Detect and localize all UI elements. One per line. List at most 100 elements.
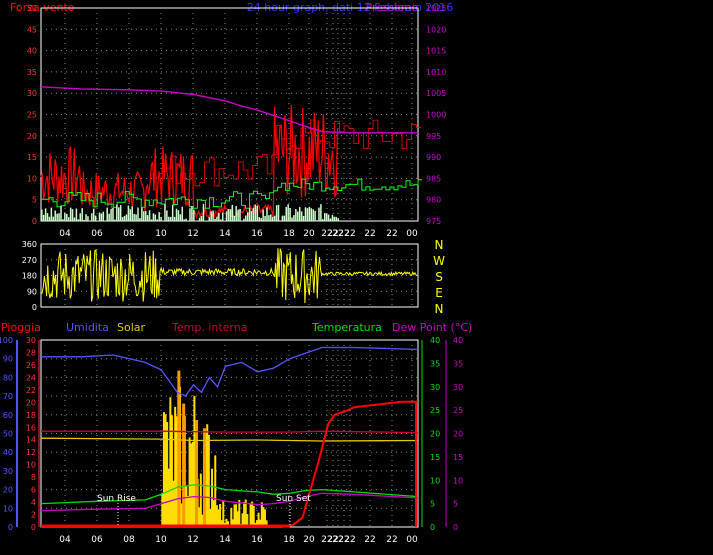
rain-y-tick: 2 <box>31 511 36 520</box>
wind-fill-bar <box>289 208 291 221</box>
wind-fill-bar <box>254 204 257 221</box>
wind-fill-bar <box>158 212 160 221</box>
wind-fill-bar <box>335 216 338 221</box>
wind-fill-bar <box>83 219 85 221</box>
x-tick-label: 04 <box>59 535 71 545</box>
temp-y-tick: 5 <box>430 500 435 509</box>
wind-fill-bar <box>225 211 228 221</box>
wind-fill-bar <box>272 216 274 221</box>
wind-fill-bar <box>322 219 324 221</box>
wind-fill-bar <box>293 215 295 221</box>
humidity-y-tick: 10 <box>3 504 13 513</box>
rain-title: Pioggia <box>1 321 41 334</box>
wind-fill-bar <box>123 215 126 221</box>
wind-fill-bar <box>114 219 116 221</box>
rain-y-tick: 10 <box>26 461 36 470</box>
solar-title: Solar <box>117 321 146 334</box>
wind-fill-bar <box>214 218 216 221</box>
wind-fill-bar <box>268 215 270 221</box>
series-umidita <box>41 346 419 397</box>
x-tick-label: 06 <box>91 229 103 239</box>
wind-fill-bar <box>169 216 172 221</box>
wind-fill-bar <box>281 215 284 221</box>
wind-fill-bar <box>168 216 170 221</box>
sun-rise-label: Sun Rise <box>97 494 136 504</box>
rain-y-tick: 6 <box>31 486 36 495</box>
wind-fill-bar <box>71 209 74 221</box>
wind-fill-bar <box>112 207 114 221</box>
wind-fill-bar <box>298 207 301 221</box>
wind-fill-bar <box>60 206 62 221</box>
wind-fill-bar <box>210 211 212 221</box>
wind-fill-bar <box>77 219 80 221</box>
rain-y-tick: 20 <box>26 398 36 407</box>
temp-int-title: Temp. interna <box>171 321 247 334</box>
compass-n-bottom: N <box>435 302 444 316</box>
wind-fill-bar <box>156 219 159 221</box>
direction-y-tick: 270 <box>22 256 37 265</box>
wind-fill-bar <box>287 204 289 221</box>
wind-fill-bar <box>173 216 176 221</box>
pressure-y-tick: 1015 <box>426 47 446 56</box>
wind-fill-bar <box>291 217 293 221</box>
x-tick-label: 22 <box>386 535 397 545</box>
wind-fill-bar <box>208 217 210 221</box>
compass-e: E <box>435 286 443 300</box>
wind-fill-bar <box>129 209 132 221</box>
wind-y-tick: 25 <box>27 111 37 120</box>
rain-y-tick: 8 <box>31 473 36 482</box>
humidity-y-tick: 100 <box>0 336 13 345</box>
wind-fill-bar <box>227 208 230 221</box>
wind-fill-bar <box>331 214 334 221</box>
wind-fill-bar <box>171 204 174 221</box>
wind-fill-bar <box>273 215 276 221</box>
wind-fill-bar <box>85 214 87 221</box>
wind-fill-bar <box>202 203 205 221</box>
wind-fill-bar <box>262 209 264 221</box>
wind-fill-bar <box>221 212 224 221</box>
wind-fill-bar <box>285 206 287 221</box>
wind-fill-bar <box>200 215 203 221</box>
humidity-y-tick: 80 <box>3 373 13 382</box>
rain-y-tick: 30 <box>26 336 36 345</box>
x-tick-label: 08 <box>123 229 135 239</box>
x-tick-label: 14 <box>219 535 231 545</box>
wind-fill-bar <box>48 216 51 221</box>
wind-fill-bar <box>75 208 78 221</box>
humidity-y-tick: 30 <box>3 467 13 476</box>
wind-fill-bar <box>141 207 143 221</box>
wind-fill-bar <box>131 206 133 221</box>
direction-y-tick: 180 <box>22 272 37 281</box>
wind-fill-bar <box>314 210 316 221</box>
pressure-y-tick: 1025 <box>426 4 446 13</box>
wind-fill-bar <box>243 218 245 221</box>
wind-fill-bar <box>110 209 112 221</box>
wind-fill-bar <box>92 208 95 221</box>
x-tick-label: 22 <box>344 229 355 239</box>
wind-fill-bar <box>81 208 83 221</box>
wind-fill-bar <box>295 209 297 221</box>
series-solar <box>40 437 419 442</box>
wind-fill-bar <box>166 210 168 221</box>
compass-n-top: N <box>435 238 444 252</box>
wind-fill-bar <box>58 213 60 221</box>
wind-fill-bar <box>325 213 328 221</box>
wind-fill-bar <box>310 208 313 221</box>
temp-y-tick: 0 <box>430 523 435 532</box>
rain-y-tick: 0 <box>31 523 36 532</box>
wind-fill-bar <box>308 206 311 221</box>
wind-fill-bar <box>119 205 122 221</box>
wind-fill-bar <box>143 211 145 221</box>
rain-y-tick: 26 <box>26 361 36 370</box>
wind-fill-bar <box>175 208 178 221</box>
wind-direction-trace <box>40 248 418 304</box>
wind-fill-bar <box>220 219 222 221</box>
pressure-y-tick: 975 <box>426 217 441 226</box>
wind-fill-bar <box>79 213 82 221</box>
solar-peak-bar <box>182 403 186 527</box>
x-tick-label: 16 <box>251 535 263 545</box>
x-tick-label: 18 <box>283 229 295 239</box>
wind-fill-bar <box>139 218 141 221</box>
wind-fill-bar <box>318 207 320 221</box>
wind-fill-bar <box>152 213 155 221</box>
